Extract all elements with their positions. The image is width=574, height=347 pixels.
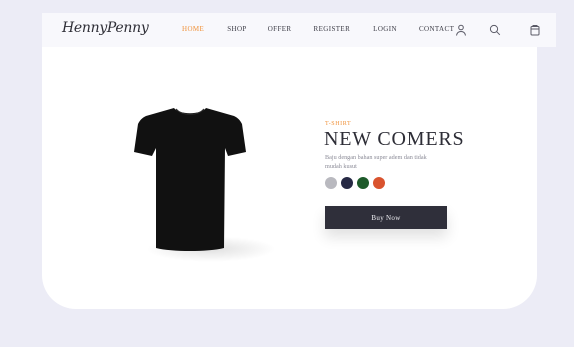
nav-link-shop[interactable]: SHOP xyxy=(227,25,247,33)
nav-link-contact[interactable]: CONTACT xyxy=(419,25,454,33)
swatch-green[interactable] xyxy=(357,177,369,189)
cart-icon[interactable] xyxy=(528,23,542,37)
nav-links: HOME SHOP OFFER REGISTER LOGIN CONTACT xyxy=(182,25,454,33)
nav-link-register[interactable]: REGISTER xyxy=(314,25,351,33)
page: HennyPenny HOME SHOP OFFER REGISTER LOGI… xyxy=(0,0,574,347)
swatch-gray[interactable] xyxy=(325,177,337,189)
nav-link-login[interactable]: LOGIN xyxy=(373,25,397,33)
buy-now-button[interactable]: Buy Now xyxy=(325,206,447,229)
nav-link-home[interactable]: HOME xyxy=(182,25,204,33)
top-navbar: HennyPenny HOME SHOP OFFER REGISTER LOGI… xyxy=(42,13,556,47)
nav-link-offer[interactable]: OFFER xyxy=(268,25,292,33)
hero-headline: NEW COMERS xyxy=(324,128,465,150)
tshirt-icon xyxy=(130,96,250,252)
color-swatches xyxy=(325,177,385,189)
swatch-orange[interactable] xyxy=(373,177,385,189)
product-category: T-SHIRT xyxy=(325,121,352,127)
user-icon[interactable] xyxy=(454,23,468,37)
search-icon[interactable] xyxy=(488,23,502,37)
brand-logo[interactable]: HennyPenny xyxy=(62,20,149,36)
hero-section xyxy=(42,47,537,309)
swatch-navy[interactable] xyxy=(341,177,353,189)
tshirt-body xyxy=(134,108,246,251)
hero-description: Baju dengan bahan super adem dan tidak m… xyxy=(325,154,427,170)
